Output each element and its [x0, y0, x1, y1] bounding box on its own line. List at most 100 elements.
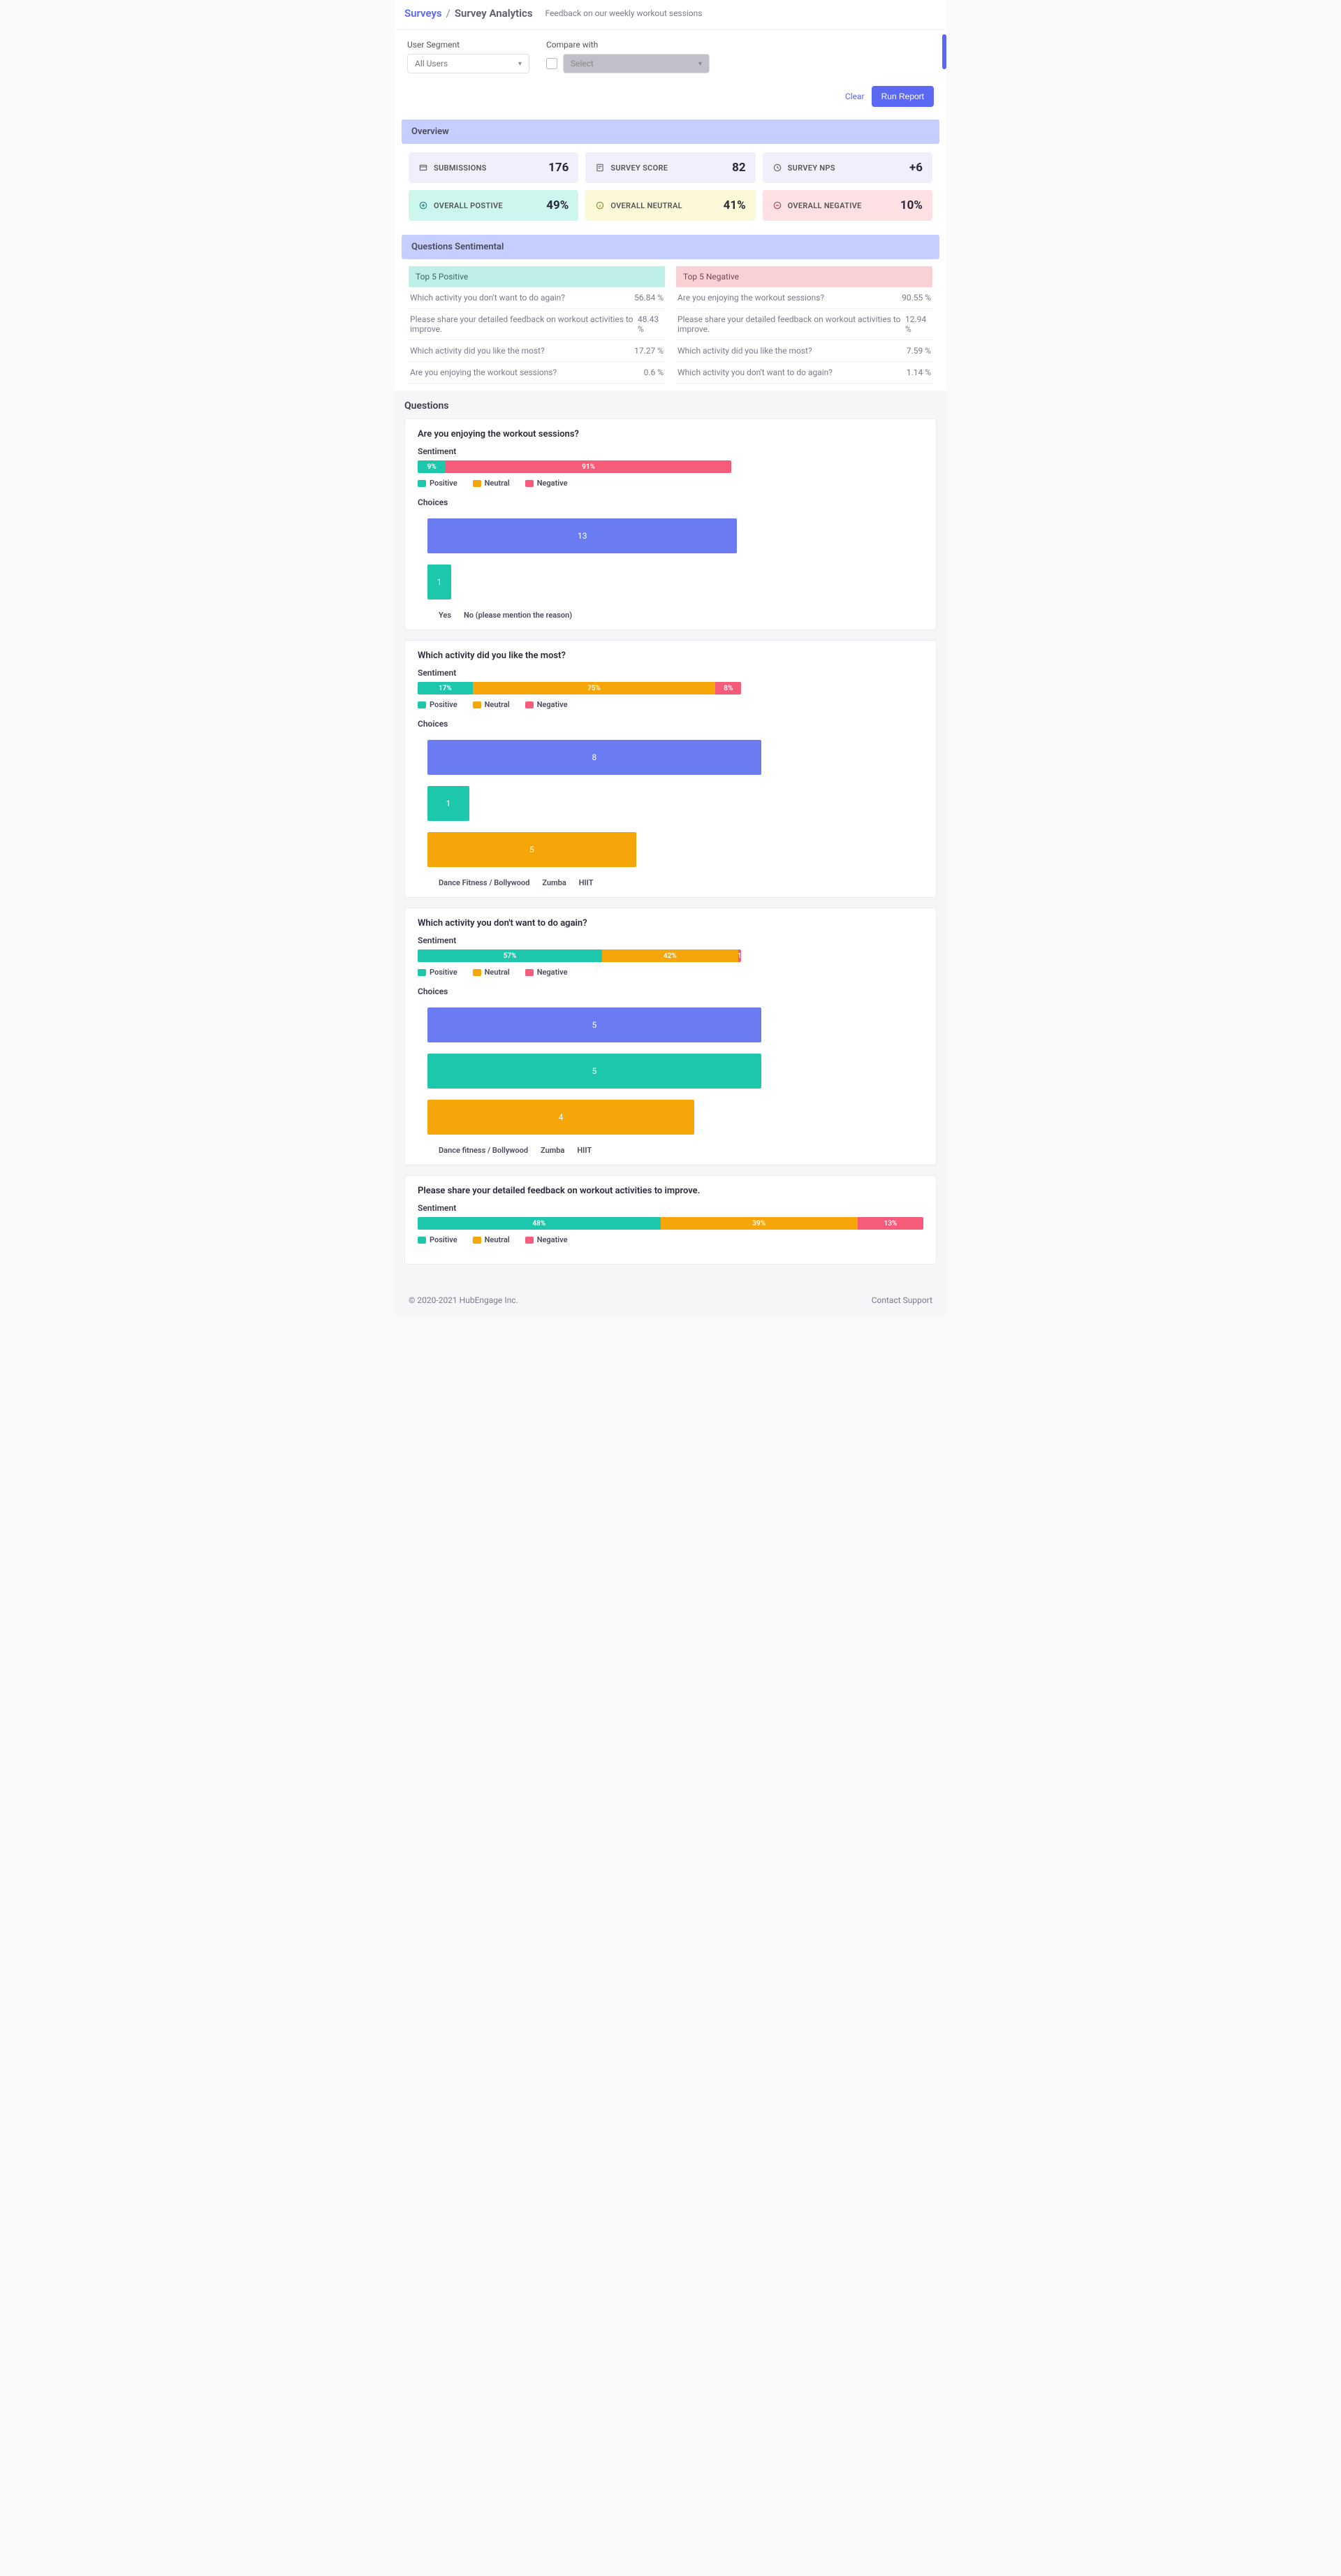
sent-seg-negative: 1: [738, 949, 742, 962]
choice-bar-row: 5: [418, 832, 923, 867]
top-positive-header: Top 5 Positive: [409, 266, 665, 287]
breadcrumb: Surveys / Survey Analytics Feedback on o…: [395, 0, 946, 30]
choice-bar-row: 1: [418, 565, 923, 599]
sent-question: Which activity you don't want to do agai…: [677, 368, 833, 377]
chevron-down-icon: ▾: [698, 60, 702, 68]
clear-button[interactable]: Clear: [845, 92, 865, 101]
sent-question: Which activity did you like the most?: [677, 346, 812, 356]
card-overall-neutral: OVERALL NEUTRAL 41%: [585, 190, 755, 221]
legend-neutral: Neutral: [473, 968, 510, 977]
copyright-text: © 2020-2021 HubEngage Inc.: [409, 1295, 518, 1305]
sent-question: Please share your detailed feedback on w…: [410, 314, 638, 334]
compare-select[interactable]: Select ▾: [563, 54, 710, 73]
choice-bar: 5: [427, 1007, 761, 1042]
card-survey-score: SURVEY SCORE 82: [585, 152, 755, 183]
card-value: 49%: [546, 198, 569, 212]
legend-negative: Negative: [525, 700, 568, 709]
submissions-icon: [418, 163, 428, 173]
contact-support-link[interactable]: Contact Support: [872, 1295, 932, 1305]
question-title: Which activity you don't want to do agai…: [418, 918, 923, 929]
sentiment-bar: 17%75%8%: [418, 682, 741, 694]
breadcrumb-current: Survey Analytics: [455, 7, 533, 20]
run-report-button[interactable]: Run Report: [872, 86, 934, 107]
scrollbar-thumb[interactable]: [942, 34, 946, 69]
choice-bar: 1: [427, 565, 451, 599]
legend-neutral: Neutral: [473, 700, 510, 709]
card-value: 41%: [724, 198, 746, 212]
sent-seg-neutral: 75%: [473, 682, 716, 694]
choices-label: Choices: [418, 719, 923, 729]
choice-bar: 1: [427, 786, 469, 821]
sent-seg-negative: 91%: [446, 460, 731, 473]
legend-item: HIIT: [579, 878, 594, 887]
sent-value: 12.94 %: [905, 314, 931, 334]
top-negative-header: Top 5 Negative: [676, 266, 932, 287]
choices-label: Choices: [418, 497, 923, 507]
question-title: Are you enjoying the workout sessions?: [418, 429, 923, 439]
sentiment-label: Sentiment: [418, 1203, 923, 1213]
choice-bar-row: 5: [418, 1054, 923, 1089]
sentiment-bar: 9%91%: [418, 460, 731, 473]
legend-item: No (please mention the reason): [464, 611, 572, 620]
filter-compare-label: Compare with: [546, 40, 710, 50]
choice-bar: 4: [427, 1100, 694, 1135]
choice-bar: 5: [427, 1054, 761, 1089]
compare-checkbox[interactable]: [546, 58, 557, 69]
sent-row: Which activity you don't want to do agai…: [409, 287, 665, 309]
breadcrumb-root[interactable]: Surveys: [404, 7, 442, 20]
sentiment-legend: Positive Neutral Negative: [418, 968, 923, 977]
sent-seg-neutral: 42%: [602, 949, 738, 962]
sentiment-legend: Positive Neutral Negative: [418, 700, 923, 709]
card-survey-nps: SURVEY NPS +6: [763, 152, 932, 183]
sent-row: Are you enjoying the workout sessions?90…: [676, 287, 932, 309]
legend-item: HIIT: [577, 1146, 592, 1155]
legend-item: Zumba: [541, 1146, 564, 1155]
sent-seg-neutral: 39%: [661, 1217, 858, 1230]
sent-seg-negative: 8%: [715, 682, 741, 694]
sent-seg-positive: 9%: [418, 460, 446, 473]
choice-bar: 5: [427, 832, 636, 867]
choice-legend: Dance fitness / Bollywood Zumba HIIT: [439, 1146, 923, 1155]
sent-row: Which activity did you like the most?7.5…: [676, 340, 932, 362]
sent-question: Are you enjoying the workout sessions?: [410, 368, 557, 377]
top-positive-col: Top 5 Positive Which activity you don't …: [409, 266, 665, 384]
sent-seg-positive: 57%: [418, 949, 602, 962]
sent-value: 48.43 %: [638, 314, 664, 334]
sent-row: Which activity did you like the most?17.…: [409, 340, 665, 362]
sent-row: Please share your detailed feedback on w…: [409, 309, 665, 340]
info-circle-icon: [595, 201, 605, 210]
choice-bar-row: 8: [418, 740, 923, 775]
card-value: +6: [909, 161, 923, 175]
choice-legend: YesNo (please mention the reason): [439, 611, 923, 620]
page-footer: © 2020-2021 HubEngage Inc. Contact Suppo…: [395, 1284, 946, 1316]
sent-row: Are you enjoying the workout sessions? 0.…: [409, 362, 665, 384]
sent-value: 1.14 %: [907, 368, 931, 377]
question-card: Please share your detailed feedback on w…: [404, 1175, 937, 1265]
legend-neutral: Neutral: [473, 1235, 510, 1244]
sent-question: Are you enjoying the workout sessions?: [677, 293, 824, 303]
sentiment-legend: Positive Neutral Negative: [418, 479, 923, 488]
legend-item: Dance fitness / Bollywood: [439, 1146, 528, 1155]
choice-bar-row: 5: [418, 1007, 923, 1042]
card-value: 82: [732, 161, 746, 175]
legend-positive: Positive: [418, 968, 457, 977]
top-negative-col: Top 5 Negative Are you enjoying the work…: [676, 266, 932, 384]
choice-bar: 13: [427, 518, 737, 553]
user-segment-select[interactable]: All Users ▾: [407, 54, 529, 73]
legend-positive: Positive: [418, 700, 457, 709]
sentiment-label: Sentiment: [418, 936, 923, 945]
questions-header: Questions: [404, 400, 937, 412]
card-overall-negative: OVERALL NEGATIVE 10%: [763, 190, 932, 221]
legend-item: Zumba: [542, 878, 566, 887]
sent-seg-positive: 17%: [418, 682, 473, 694]
legend-negative: Negative: [525, 968, 568, 977]
sent-value: 0.6 %: [644, 368, 664, 377]
minus-circle-icon: [772, 201, 782, 210]
choice-bar-row: 4: [418, 1100, 923, 1135]
choice-bar-row: 1: [418, 786, 923, 821]
sentiment-bar: 48%39%13%: [418, 1217, 923, 1230]
sent-value: 56.84 %: [634, 293, 664, 303]
chevron-down-icon: ▾: [518, 60, 522, 68]
overview-header: Overview: [402, 119, 939, 144]
card-value: 10%: [900, 198, 923, 212]
